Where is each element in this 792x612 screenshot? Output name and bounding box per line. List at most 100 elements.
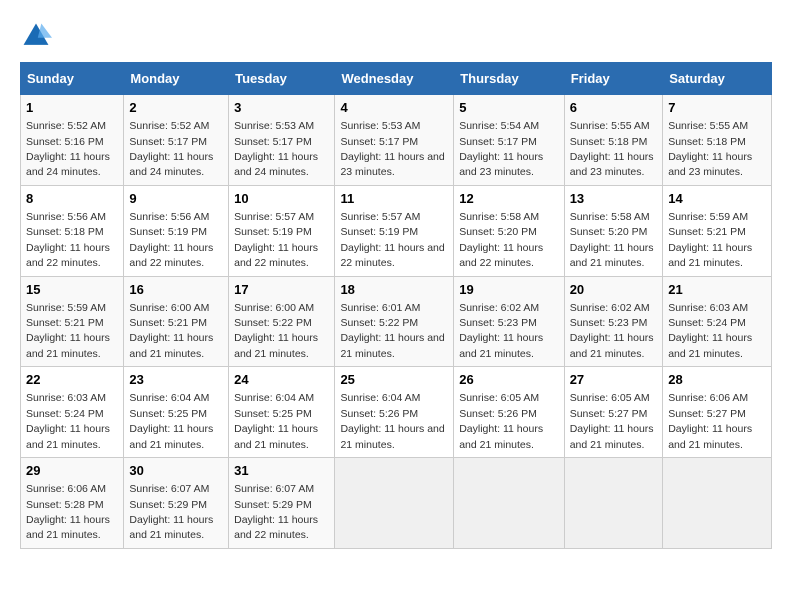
week-row-2: 8 Sunrise: 5:56 AMSunset: 5:18 PMDaylight… (21, 185, 772, 276)
page-header (20, 20, 772, 52)
day-info: Sunrise: 5:52 AMSunset: 5:17 PMDaylight:… (129, 120, 213, 178)
calendar-cell-3-2: 24 Sunrise: 6:04 AMSunset: 5:25 PMDayligh… (229, 367, 335, 458)
calendar-cell-2-0: 15 Sunrise: 5:59 AMSunset: 5:21 PMDayligh… (21, 276, 124, 367)
calendar-cell-4-1: 30 Sunrise: 6:07 AMSunset: 5:29 PMDayligh… (124, 458, 229, 549)
week-row-4: 22 Sunrise: 6:03 AMSunset: 5:24 PMDayligh… (21, 367, 772, 458)
calendar-cell-0-6: 7 Sunrise: 5:55 AMSunset: 5:18 PMDaylight… (663, 95, 772, 186)
week-row-1: 1 Sunrise: 5:52 AMSunset: 5:16 PMDaylight… (21, 95, 772, 186)
calendar-cell-4-3 (335, 458, 454, 549)
calendar-cell-2-4: 19 Sunrise: 6:02 AMSunset: 5:23 PMDayligh… (454, 276, 564, 367)
calendar-cell-2-3: 18Sunrise: 6:01 AMSunset: 5:22 PMDayligh… (335, 276, 454, 367)
day-number: 27 (570, 371, 658, 389)
calendar-cell-2-5: 20 Sunrise: 6:02 AMSunset: 5:23 PMDayligh… (564, 276, 663, 367)
day-info: Sunrise: 5:59 AMSunset: 5:21 PMDaylight:… (668, 211, 752, 269)
day-info: Sunrise: 6:02 AMSunset: 5:23 PMDaylight:… (570, 302, 654, 360)
calendar-cell-4-5 (564, 458, 663, 549)
calendar-cell-4-6 (663, 458, 772, 549)
header-thursday: Thursday (454, 63, 564, 95)
week-row-5: 29 Sunrise: 6:06 AMSunset: 5:28 PMDayligh… (21, 458, 772, 549)
calendar-cell-1-2: 10Sunrise: 5:57 AMSunset: 5:19 PMDayligh… (229, 185, 335, 276)
day-info: Sunrise: 6:04 AMSunset: 5:25 PMDaylight:… (129, 392, 213, 450)
calendar-cell-0-4: 5 Sunrise: 5:54 AMSunset: 5:17 PMDaylight… (454, 95, 564, 186)
week-row-3: 15 Sunrise: 5:59 AMSunset: 5:21 PMDayligh… (21, 276, 772, 367)
calendar-cell-0-0: 1 Sunrise: 5:52 AMSunset: 5:16 PMDaylight… (21, 95, 124, 186)
day-info: Sunrise: 5:52 AMSunset: 5:16 PMDaylight:… (26, 120, 110, 178)
day-number: 29 (26, 462, 118, 480)
calendar-cell-0-3: 4Sunrise: 5:53 AMSunset: 5:17 PMDaylight… (335, 95, 454, 186)
day-info: Sunrise: 6:04 AMSunset: 5:25 PMDaylight:… (234, 392, 318, 450)
day-number: 14 (668, 190, 766, 208)
calendar-cell-0-2: 3 Sunrise: 5:53 AMSunset: 5:17 PMDaylight… (229, 95, 335, 186)
calendar-cell-1-0: 8 Sunrise: 5:56 AMSunset: 5:18 PMDaylight… (21, 185, 124, 276)
calendar-table: Sunday Monday Tuesday Wednesday Thursday… (20, 62, 772, 549)
calendar-cell-3-0: 22 Sunrise: 6:03 AMSunset: 5:24 PMDayligh… (21, 367, 124, 458)
day-info: Sunrise: 6:02 AMSunset: 5:23 PMDaylight:… (459, 302, 543, 360)
day-info: Sunrise: 6:07 AMSunset: 5:29 PMDaylight:… (234, 483, 318, 541)
day-number: 21 (668, 281, 766, 299)
day-number: 16 (129, 281, 223, 299)
header-friday: Friday (564, 63, 663, 95)
day-number: 8 (26, 190, 118, 208)
calendar-cell-1-6: 14 Sunrise: 5:59 AMSunset: 5:21 PMDayligh… (663, 185, 772, 276)
calendar-cell-1-4: 12 Sunrise: 5:58 AMSunset: 5:20 PMDayligh… (454, 185, 564, 276)
day-info: Sunrise: 6:06 AMSunset: 5:28 PMDaylight:… (26, 483, 110, 541)
day-number: 23 (129, 371, 223, 389)
day-number: 22 (26, 371, 118, 389)
day-number: 4 (340, 99, 448, 117)
day-number: 2 (129, 99, 223, 117)
day-number: 15 (26, 281, 118, 299)
header-sunday: Sunday (21, 63, 124, 95)
calendar-cell-2-2: 17Sunrise: 6:00 AMSunset: 5:22 PMDayligh… (229, 276, 335, 367)
header-row: Sunday Monday Tuesday Wednesday Thursday… (21, 63, 772, 95)
day-info: Sunrise: 6:03 AMSunset: 5:24 PMDaylight:… (26, 392, 110, 450)
day-info: Sunrise: 5:57 AMSunset: 5:19 PMDaylight:… (340, 211, 444, 269)
day-number: 30 (129, 462, 223, 480)
day-number: 1 (26, 99, 118, 117)
day-number: 13 (570, 190, 658, 208)
day-number: 28 (668, 371, 766, 389)
day-info: Sunrise: 5:58 AMSunset: 5:20 PMDaylight:… (570, 211, 654, 269)
header-wednesday: Wednesday (335, 63, 454, 95)
day-number: 24 (234, 371, 329, 389)
day-info: Sunrise: 5:54 AMSunset: 5:17 PMDaylight:… (459, 120, 543, 178)
calendar-cell-3-3: 25Sunrise: 6:04 AMSunset: 5:26 PMDayligh… (335, 367, 454, 458)
day-info: Sunrise: 6:05 AMSunset: 5:27 PMDaylight:… (570, 392, 654, 450)
header-saturday: Saturday (663, 63, 772, 95)
day-number: 7 (668, 99, 766, 117)
day-info: Sunrise: 5:58 AMSunset: 5:20 PMDaylight:… (459, 211, 543, 269)
day-info: Sunrise: 5:57 AMSunset: 5:19 PMDaylight:… (234, 211, 318, 269)
day-info: Sunrise: 6:06 AMSunset: 5:27 PMDaylight:… (668, 392, 752, 450)
day-info: Sunrise: 5:53 AMSunset: 5:17 PMDaylight:… (234, 120, 318, 178)
calendar-cell-0-1: 2 Sunrise: 5:52 AMSunset: 5:17 PMDaylight… (124, 95, 229, 186)
day-number: 12 (459, 190, 558, 208)
day-info: Sunrise: 5:56 AMSunset: 5:18 PMDaylight:… (26, 211, 110, 269)
calendar-cell-4-4 (454, 458, 564, 549)
header-monday: Monday (124, 63, 229, 95)
day-number: 31 (234, 462, 329, 480)
calendar-cell-1-1: 9 Sunrise: 5:56 AMSunset: 5:19 PMDaylight… (124, 185, 229, 276)
day-number: 20 (570, 281, 658, 299)
day-info: Sunrise: 6:00 AMSunset: 5:21 PMDaylight:… (129, 302, 213, 360)
day-info: Sunrise: 6:07 AMSunset: 5:29 PMDaylight:… (129, 483, 213, 541)
day-number: 19 (459, 281, 558, 299)
logo-icon (20, 20, 52, 52)
day-info: Sunrise: 5:59 AMSunset: 5:21 PMDaylight:… (26, 302, 110, 360)
day-info: Sunrise: 5:56 AMSunset: 5:19 PMDaylight:… (129, 211, 213, 269)
calendar-cell-0-5: 6Sunrise: 5:55 AMSunset: 5:18 PMDaylight… (564, 95, 663, 186)
day-info: Sunrise: 6:03 AMSunset: 5:24 PMDaylight:… (668, 302, 752, 360)
logo (20, 20, 56, 52)
day-info: Sunrise: 5:55 AMSunset: 5:18 PMDaylight:… (668, 120, 752, 178)
day-number: 25 (340, 371, 448, 389)
day-number: 18 (340, 281, 448, 299)
day-info: Sunrise: 5:55 AMSunset: 5:18 PMDaylight:… (570, 120, 654, 178)
calendar-cell-3-1: 23 Sunrise: 6:04 AMSunset: 5:25 PMDayligh… (124, 367, 229, 458)
day-number: 9 (129, 190, 223, 208)
day-number: 5 (459, 99, 558, 117)
day-number: 26 (459, 371, 558, 389)
calendar-cell-1-3: 11Sunrise: 5:57 AMSunset: 5:19 PMDayligh… (335, 185, 454, 276)
day-info: Sunrise: 6:00 AMSunset: 5:22 PMDaylight:… (234, 302, 318, 360)
calendar-cell-3-5: 27 Sunrise: 6:05 AMSunset: 5:27 PMDayligh… (564, 367, 663, 458)
calendar-cell-3-6: 28 Sunrise: 6:06 AMSunset: 5:27 PMDayligh… (663, 367, 772, 458)
calendar-cell-1-5: 13 Sunrise: 5:58 AMSunset: 5:20 PMDayligh… (564, 185, 663, 276)
day-number: 3 (234, 99, 329, 117)
